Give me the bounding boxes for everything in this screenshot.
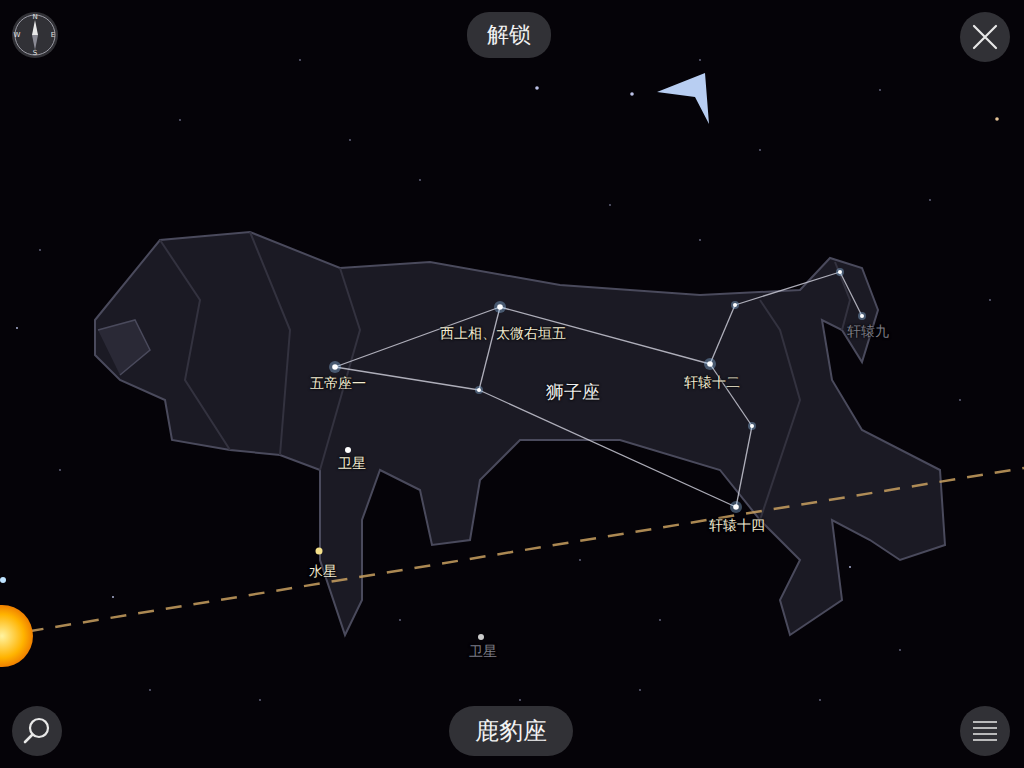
star[interactable] — [332, 364, 338, 370]
star[interactable] — [748, 422, 756, 430]
background-star — [179, 119, 181, 121]
background-star — [535, 86, 539, 90]
background-star — [659, 619, 661, 621]
background-star — [699, 59, 701, 61]
menu-icon — [971, 719, 999, 743]
background-star — [39, 249, 41, 251]
compass-icon[interactable]: N E S W — [12, 12, 58, 58]
star[interactable] — [704, 358, 716, 370]
star-label[interactable]: 轩辕十二 — [684, 374, 740, 391]
background-star — [259, 699, 261, 701]
star[interactable] — [858, 312, 866, 320]
star[interactable] — [836, 268, 844, 276]
search-button[interactable] — [12, 706, 62, 756]
star[interactable] — [329, 361, 341, 373]
star-label[interactable]: 轩辕十四 — [709, 517, 765, 534]
satellite-icon[interactable] — [478, 634, 484, 640]
background-star — [759, 149, 761, 151]
constellation-name[interactable]: 狮子座 — [546, 381, 600, 403]
close-icon — [972, 24, 998, 50]
star-label[interactable]: 五帝座一 — [310, 375, 366, 392]
background-star — [579, 559, 581, 561]
constellation-line — [710, 305, 735, 364]
star[interactable] — [707, 361, 713, 367]
background-star — [995, 117, 999, 121]
background-star — [699, 239, 701, 241]
background-star — [349, 139, 351, 141]
background-star — [59, 469, 61, 471]
star[interactable] — [750, 424, 754, 428]
background-star — [419, 179, 421, 181]
star[interactable] — [475, 386, 483, 394]
constellation-line — [736, 426, 752, 507]
constellation-line — [479, 390, 736, 507]
compass-letter: E — [51, 32, 55, 39]
planet-label[interactable]: 水星 — [309, 563, 337, 580]
background-star — [149, 689, 151, 691]
satellite-icon[interactable] — [345, 447, 351, 453]
lion-figure — [95, 232, 945, 635]
star[interactable] — [733, 303, 737, 307]
compass-letter: S — [33, 50, 37, 57]
background-star — [519, 699, 521, 701]
constellation-line — [710, 364, 752, 426]
background-star — [989, 299, 991, 301]
sun-icon[interactable] — [0, 605, 33, 667]
pointer-arrow-icon — [657, 73, 709, 124]
close-button[interactable] — [960, 12, 1010, 62]
background-star — [112, 596, 114, 598]
background-star — [16, 327, 18, 329]
ecliptic-line — [0, 468, 1024, 636]
satellite-label[interactable]: 卫星 — [469, 643, 497, 660]
star-label[interactable]: 西上相、太微右垣五 — [440, 325, 566, 342]
star[interactable] — [731, 301, 739, 309]
background-star — [879, 89, 881, 91]
unlock-button[interactable]: 解锁 — [467, 12, 551, 58]
background-star — [899, 649, 901, 651]
background-star — [819, 699, 821, 701]
constellation-button[interactable]: 鹿豹座 — [449, 706, 573, 756]
menu-button[interactable] — [960, 706, 1010, 756]
star[interactable] — [497, 304, 503, 310]
background-star — [929, 199, 931, 201]
background-star — [849, 566, 851, 568]
constellation-line — [479, 307, 500, 390]
compass-letter: N — [32, 14, 37, 21]
star[interactable] — [860, 314, 864, 318]
background-star — [299, 59, 301, 61]
compass-letter: W — [14, 32, 21, 39]
star[interactable] — [733, 504, 739, 510]
sky-view[interactable]: 五帝座一西上相、太微右垣五轩辕十二轩辕十四轩辕九卫星水星卫星狮子座 NESW 解… — [0, 0, 1024, 768]
background-star — [609, 204, 611, 206]
bright-star — [0, 577, 6, 583]
background-star — [399, 619, 401, 621]
star[interactable] — [730, 501, 742, 513]
star-map[interactable] — [0, 0, 1024, 768]
constellation-line — [840, 272, 862, 316]
background-star — [959, 399, 961, 401]
star[interactable] — [477, 388, 481, 392]
constellation-line — [735, 272, 840, 305]
star-label[interactable]: 轩辕九 — [847, 323, 889, 340]
star[interactable] — [838, 270, 842, 274]
star[interactable] — [494, 301, 506, 313]
satellite-label[interactable]: 卫星 — [338, 455, 366, 472]
background-star — [639, 689, 641, 691]
planet-icon[interactable] — [316, 548, 323, 555]
background-star — [630, 92, 634, 96]
search-icon — [22, 716, 52, 746]
